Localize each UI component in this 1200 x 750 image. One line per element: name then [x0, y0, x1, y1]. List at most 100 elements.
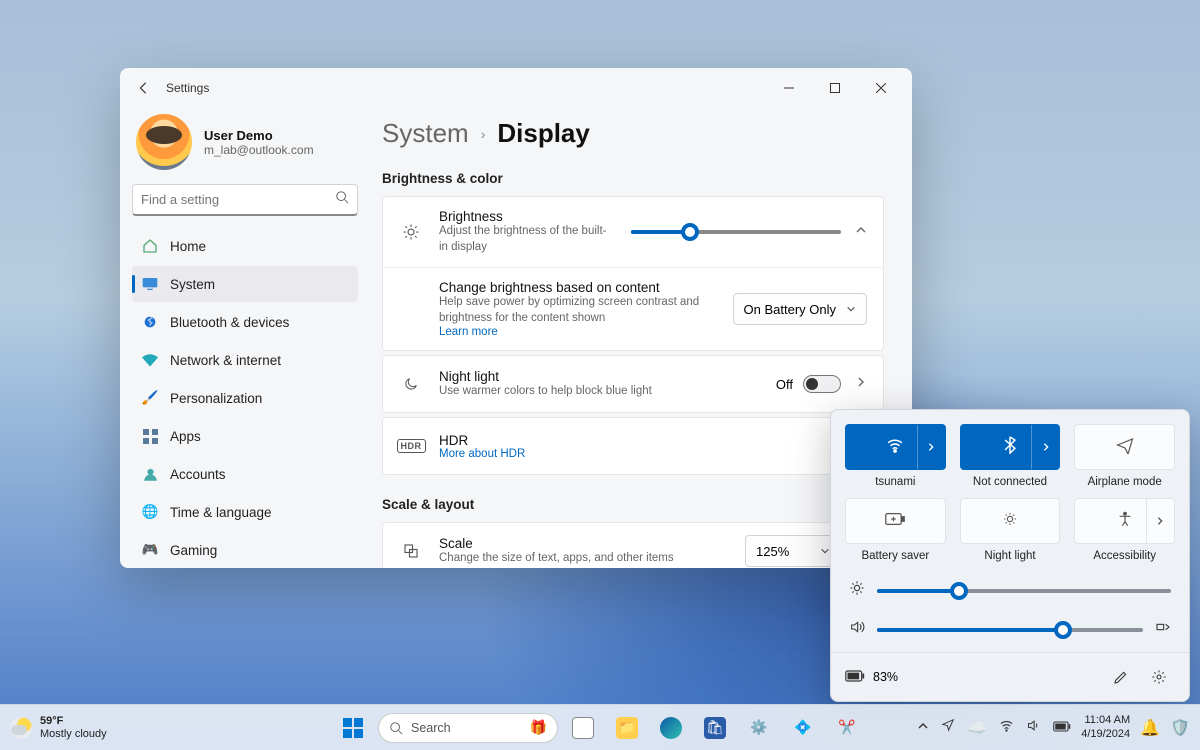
- start-button[interactable]: [334, 709, 372, 747]
- snip-button[interactable]: ✂️: [828, 709, 866, 747]
- brightness-slider[interactable]: [631, 230, 841, 234]
- notifications-icon[interactable]: 🔔: [1140, 718, 1160, 738]
- home-icon: [142, 238, 158, 254]
- back-button[interactable]: [128, 72, 160, 104]
- adaptive-brightness-row: Change brightness based on content Help …: [383, 267, 883, 350]
- qs-button[interactable]: [1074, 498, 1175, 544]
- gamepad-icon: 🎮: [142, 542, 158, 558]
- tray-speaker-icon[interactable]: [1026, 718, 1041, 738]
- breadcrumb-parent[interactable]: System: [382, 118, 469, 149]
- onedrive-icon[interactable]: ☁️: [967, 718, 987, 738]
- defender-icon[interactable]: 🛡️: [1170, 718, 1190, 738]
- taskbar-search[interactable]: Search 🎁: [378, 713, 558, 743]
- qs-tile-label: Accessibility: [1093, 550, 1156, 562]
- profile-name: User Demo: [204, 128, 314, 143]
- sidebar: User Demo m_lab@outlook.com HomeSystemBl…: [120, 108, 370, 568]
- qs-brightness-slider[interactable]: [877, 589, 1171, 593]
- tray-chevron-icon[interactable]: [917, 719, 929, 737]
- more-about-hdr-link[interactable]: More about HDR: [439, 448, 839, 460]
- tray-wifi-icon[interactable]: [999, 718, 1014, 738]
- maximize-button[interactable]: [812, 72, 858, 104]
- system-icon: [142, 276, 158, 292]
- qs-button[interactable]: [845, 498, 946, 544]
- chevron-right-icon[interactable]: [1031, 425, 1059, 469]
- airplane-icon: [1116, 436, 1134, 459]
- scale-dropdown[interactable]: 125%: [745, 535, 841, 567]
- explorer-button[interactable]: 📁: [608, 709, 646, 747]
- nav-item-bluetooth-devices[interactable]: Bluetooth & devices: [132, 304, 358, 340]
- battery-saver-icon: [885, 512, 905, 531]
- qs-button[interactable]: [960, 498, 1061, 544]
- audio-output-icon[interactable]: [1155, 619, 1171, 640]
- chevron-down-icon: [820, 544, 830, 559]
- sun-icon: [849, 580, 865, 601]
- settings-taskbar-button[interactable]: ⚙️: [740, 709, 778, 747]
- scale-card[interactable]: Scale Change the size of text, apps, and…: [382, 522, 884, 568]
- nav-item-apps[interactable]: Apps: [132, 418, 358, 454]
- chevron-down-icon: [846, 302, 856, 317]
- qs-tile-accessibility: Accessibility: [1074, 498, 1175, 562]
- chevron-right-icon[interactable]: [1146, 499, 1174, 543]
- qs-tile-not-connected: Not connected: [960, 424, 1061, 488]
- qs-tile-label: Battery saver: [861, 550, 929, 562]
- tray-battery-icon[interactable]: [1053, 719, 1071, 737]
- titlebar: Settings: [120, 68, 912, 108]
- nav-item-gaming[interactable]: 🎮Gaming: [132, 532, 358, 568]
- copilot-button[interactable]: 💠: [784, 709, 822, 747]
- qs-button[interactable]: [845, 424, 946, 470]
- qs-tile-label: Night light: [984, 550, 1035, 562]
- brightness-row[interactable]: Brightness Adjust the brightness of the …: [383, 197, 883, 267]
- qs-button[interactable]: [960, 424, 1061, 470]
- taskbar-clock[interactable]: 11:04 AM 4/19/2024: [1081, 714, 1130, 740]
- profile-block[interactable]: User Demo m_lab@outlook.com: [132, 108, 358, 184]
- chevron-right-icon[interactable]: [855, 375, 867, 393]
- qs-brightness-row: [849, 580, 1171, 601]
- nav-item-network-internet[interactable]: Network & internet: [132, 342, 358, 378]
- qs-tile-label: Not connected: [973, 476, 1047, 488]
- minimize-button[interactable]: [766, 72, 812, 104]
- qs-volume-row: [849, 619, 1171, 640]
- hdr-icon: HDR: [399, 439, 423, 453]
- system-tray[interactable]: ☁️: [917, 718, 1071, 738]
- location-icon[interactable]: [941, 718, 955, 737]
- nav-item-home[interactable]: Home: [132, 228, 358, 264]
- nav-item-system[interactable]: System: [132, 266, 358, 302]
- wifi-icon: [142, 352, 158, 368]
- section-scale-heading: Scale & layout: [382, 497, 884, 512]
- qs-tile-airplane-mode: Airplane mode: [1074, 424, 1175, 488]
- qs-tile-battery-saver: Battery saver: [845, 498, 946, 562]
- store-button[interactable]: 🛍: [696, 709, 734, 747]
- qs-volume-slider[interactable]: [877, 628, 1143, 632]
- close-button[interactable]: [858, 72, 904, 104]
- battery-percent: 83%: [873, 670, 898, 684]
- learn-more-link[interactable]: Learn more: [439, 326, 717, 338]
- moon-icon: [399, 376, 423, 392]
- settings-window: Settings User Demo m_lab@outlook.com Hom…: [120, 68, 912, 568]
- night-light-toggle[interactable]: [803, 375, 841, 393]
- breadcrumb: System › Display: [382, 118, 884, 149]
- edge-button[interactable]: [652, 709, 690, 747]
- person-icon: [142, 466, 158, 482]
- adaptive-brightness-dropdown[interactable]: On Battery Only: [733, 293, 867, 325]
- taskbar: 59°F Mostly cloudy Search 🎁 📁 🛍 ⚙️ 💠 ✂️ …: [0, 704, 1200, 750]
- qs-tile-night-light: Night light: [960, 498, 1061, 562]
- search-input[interactable]: [141, 192, 335, 207]
- search-field[interactable]: [132, 184, 358, 216]
- settings-button[interactable]: [1143, 661, 1175, 693]
- window-title: Settings: [166, 81, 209, 95]
- task-view-button[interactable]: [564, 709, 602, 747]
- qs-button[interactable]: [1074, 424, 1175, 470]
- weather-widget[interactable]: 59°F Mostly cloudy: [10, 715, 107, 740]
- edit-quick-settings-button[interactable]: [1105, 661, 1137, 693]
- speaker-icon: [849, 619, 865, 640]
- hdr-card[interactable]: HDR HDR More about HDR: [382, 417, 884, 475]
- nav-item-accounts[interactable]: Accounts: [132, 456, 358, 492]
- chevron-right-icon[interactable]: [917, 425, 945, 469]
- brush-icon: 🖌️: [142, 390, 158, 406]
- chevron-right-icon: ›: [481, 126, 486, 142]
- nav-item-personalization[interactable]: 🖌️Personalization: [132, 380, 358, 416]
- night-light-card[interactable]: Night light Use warmer colors to help bl…: [382, 355, 884, 413]
- night-light-icon: [1002, 511, 1018, 532]
- nav-item-time-language[interactable]: 🌐Time & language: [132, 494, 358, 530]
- chevron-up-icon[interactable]: [855, 223, 867, 241]
